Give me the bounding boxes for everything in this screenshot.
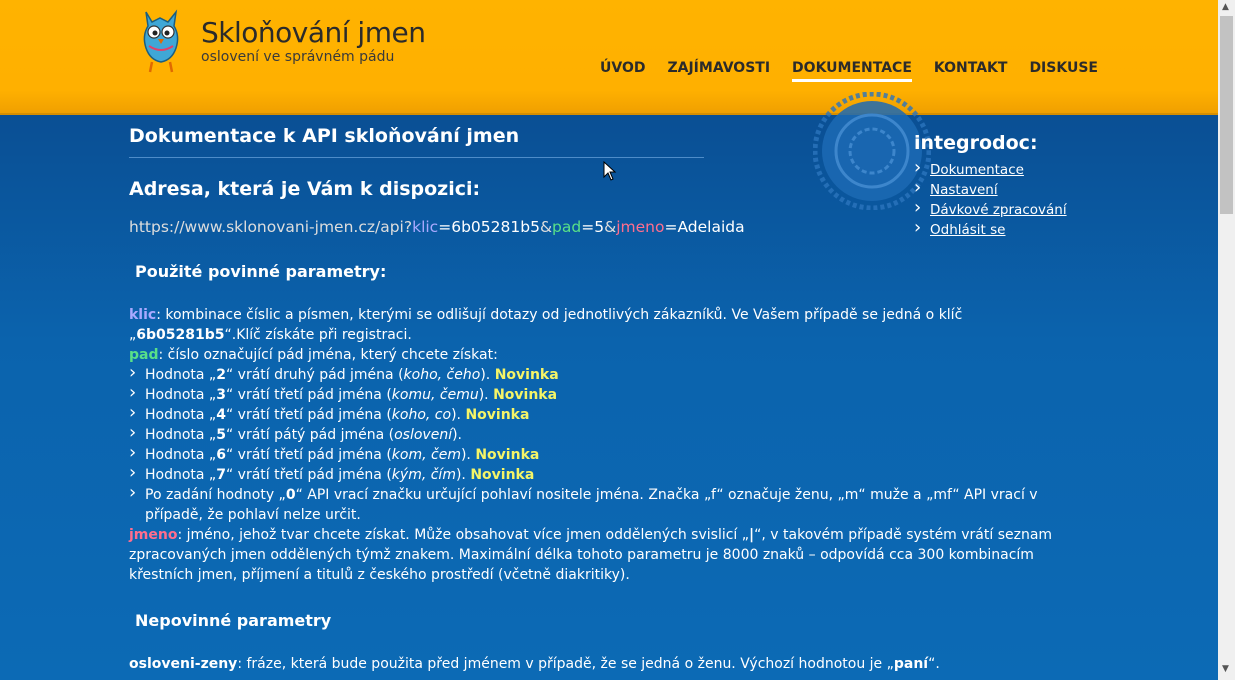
url-amp: & [604, 218, 617, 236]
site-subtitle: oslovení ve správném pádu [201, 49, 395, 65]
sidebar-link-nastaveni[interactable]: Nastavení [914, 178, 1067, 200]
novinka-badge: Novinka [493, 387, 558, 403]
site-title[interactable]: Skloňování jmen [201, 16, 426, 49]
osloveni-text-end: “. [928, 656, 940, 672]
novinka-badge: Novinka [475, 447, 540, 463]
mouse-cursor-icon [603, 161, 617, 181]
novinka-badge: Novinka [465, 407, 530, 423]
url-base: https://www.sklonovani-jmen.cz/api? [129, 218, 413, 236]
main-nav: ÚVOD ZAJÍMAVOSTI DOKUMENTACE KONTAKT DIS… [600, 60, 1120, 82]
novinka-badge: Novinka [470, 467, 535, 483]
url-eq: = [438, 218, 452, 236]
url-amp: & [539, 218, 553, 236]
pad-description: pad: číslo označující pád jména, který c… [129, 345, 1079, 365]
url-param-jmeno: jmeno [616, 218, 665, 236]
klic-value: 6b05281b5 [136, 327, 225, 343]
osloveni-text: : fráze, která bude použita před jménem … [237, 656, 894, 672]
nav-kontakt[interactable]: KONTAKT [934, 60, 1008, 82]
pad-text: : číslo označující pád jména, který chce… [158, 347, 498, 363]
url-value-klic: 6b05281b5 [451, 218, 540, 236]
list-item: Hodnota „3“ vrátí třetí pád jména (komu,… [129, 383, 1079, 405]
nav-diskuse[interactable]: DISKUSE [1029, 60, 1098, 82]
list-item: Hodnota „6“ vrátí třetí pád jména (kom, … [129, 443, 1079, 465]
osloveni-description: osloveni-zeny: fráze, která bude použita… [129, 654, 1079, 674]
url-value-pad: 5 [594, 218, 605, 236]
nav-uvod[interactable]: ÚVOD [600, 60, 645, 82]
scrollbar-thumb[interactable] [1220, 16, 1233, 214]
param-name-osloveni: osloveni-zeny [129, 656, 238, 672]
vertical-scrollbar[interactable]: ▲ ▼ [1218, 0, 1235, 680]
sidebar-link-davkove-zpracovani[interactable]: Dávkové zpracování [914, 198, 1067, 220]
page-title: Dokumentace k API skloňování jmen [129, 125, 704, 158]
sidebar-link-dokumentace[interactable]: Dokumentace [914, 158, 1067, 180]
optional-params-heading: Nepovinné parametry [135, 611, 332, 630]
klic-text-end: “.Klíč získáte při registraci. [224, 327, 412, 343]
required-params-heading: Použité povinné parametry: [135, 262, 387, 281]
nav-dokumentace[interactable]: DOKUMENTACE [792, 60, 912, 82]
nav-zajimavosti[interactable]: ZAJÍMAVOSTI [667, 60, 770, 82]
owl-logo-icon[interactable] [136, 8, 186, 74]
list-item: Po zadání hodnoty „0“ API vrací značku u… [129, 483, 1079, 525]
param-name-pad: pad [129, 347, 159, 363]
list-item: Hodnota „5“ vrátí pátý pád jména (oslove… [129, 423, 1079, 445]
sidebar-link-odhlasit[interactable]: Odhlásit se [914, 218, 1067, 240]
url-eq: = [664, 218, 678, 236]
param-name-klic: klic [129, 307, 157, 323]
site-header: Skloňování jmen oslovení ve správném pád… [0, 0, 1218, 115]
url-param-pad: pad [552, 218, 582, 236]
list-item: Hodnota „7“ vrátí třetí pád jména (kým, … [129, 463, 1079, 485]
sidebar-title: integrodoc: [914, 132, 1038, 154]
param-name-jmeno: jmeno [129, 527, 178, 543]
jmeno-text: : jméno, jehož tvar chcete získat. Může … [177, 527, 750, 543]
osloveni-value: paní [893, 656, 929, 672]
klic-description: klic: kombinace číslic a písmen, kterými… [129, 305, 1079, 345]
list-item: Hodnota „2“ vrátí druhý pád jména (koho,… [129, 363, 1079, 385]
list-item: Hodnota „4“ vrátí třetí pád jména (koho,… [129, 403, 1079, 425]
scroll-down-icon[interactable]: ▼ [1222, 664, 1229, 674]
sidebar: integrodoc: Dokumentace Nastavení Dávkov… [914, 132, 1067, 240]
jmeno-description: jmeno: jméno, jehož tvar chcete získat. … [129, 525, 1079, 585]
scroll-up-icon[interactable]: ▲ [1222, 2, 1229, 12]
url-value-jmeno: Adelaida [677, 218, 745, 236]
url-param-klic: klic [412, 218, 439, 236]
url-eq: = [581, 218, 595, 236]
novinka-badge: Novinka [494, 367, 559, 383]
